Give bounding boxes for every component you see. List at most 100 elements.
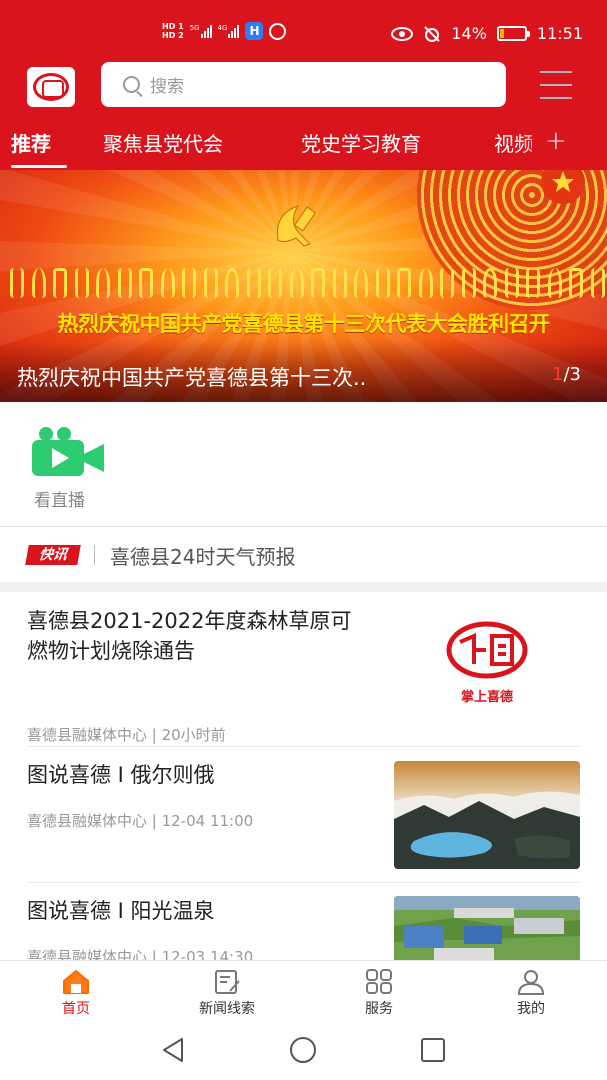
alarm-off-icon (424, 25, 441, 42)
status-bar: HD 1 HD 2 5G 4G H 14% 11:51 (0, 0, 607, 62)
flash-divider (94, 545, 95, 565)
news-divider (27, 882, 580, 883)
flash-headline[interactable]: 喜德县24时天气预报 (110, 541, 295, 570)
hd-indicator: HD 1 HD 2 (162, 22, 184, 40)
status-right-indicators: 14% 11:51 (391, 24, 583, 43)
script-glyph (203, 268, 218, 298)
home-icon (63, 970, 89, 994)
home-circle-icon[interactable] (288, 1036, 318, 1064)
script-glyph (483, 268, 497, 298)
signal-5g-icon: 5G (190, 24, 212, 38)
news-thumbnail-hot-spring[interactable] (394, 896, 580, 960)
script-glyph (225, 268, 239, 298)
eye-comfort-icon (391, 26, 414, 41)
flash-news-bar[interactable]: 快讯 喜德县24时天气预报 (0, 526, 607, 582)
news-item[interactable]: 图说喜德 I 俄尔则俄 喜德县融媒体中心 | 12-04 11:00 (27, 760, 580, 870)
script-glyph (160, 268, 175, 298)
script-glyph (53, 268, 67, 298)
script-glyph (96, 268, 110, 298)
bottom-navigation: 首页 新闻线索 服务 我的 (0, 960, 607, 1020)
script-glyph (182, 268, 196, 298)
tab-recommend[interactable]: 推荐 (11, 128, 51, 157)
script-glyph (289, 268, 304, 298)
script-glyph (332, 268, 347, 298)
script-glyph (268, 268, 282, 298)
script-glyph (461, 268, 476, 298)
news-meta: 喜德县融媒体中心 | 20小时前 (27, 726, 226, 744)
script-glyph (117, 268, 132, 298)
script-glyph (569, 268, 583, 298)
party-emblem-icon (276, 205, 317, 247)
tab-party-history[interactable]: 党史学习教育 (301, 128, 421, 157)
search-icon (123, 76, 140, 93)
search-bar[interactable]: 搜索 (101, 62, 506, 107)
services-grid-icon (366, 969, 392, 994)
nav-services[interactable]: 服务 (339, 969, 419, 1018)
active-tab-indicator (11, 165, 67, 168)
script-glyph (246, 268, 261, 298)
news-item[interactable]: 喜德县2021-2022年度森林草原可燃物计划烧除通告 喜德县融媒体中心 | 2… (27, 606, 580, 746)
script-glyph (375, 268, 390, 298)
notification-circle-icon (269, 22, 287, 40)
script-glyph (418, 268, 433, 298)
script-glyph (526, 268, 540, 298)
logo-mark-icon (33, 73, 69, 101)
script-glyph (31, 268, 46, 298)
news-title[interactable]: 喜德县2021-2022年度森林草原可燃物计划烧除通告 (27, 606, 357, 666)
logo-caption: 掌上喜德 (460, 690, 513, 705)
script-glyph (354, 268, 368, 298)
script-glyph (139, 268, 153, 298)
news-meta: 喜德县融媒体中心 | 12-03 14:30 (27, 948, 254, 960)
app-notification-icon: H (245, 22, 264, 40)
battery-icon (496, 26, 530, 41)
news-item[interactable]: 图说喜德 I 阳光温泉 喜德县融媒体中心 | 12-03 14:30 (27, 896, 580, 960)
recents-square-icon[interactable] (419, 1036, 447, 1064)
yi-script-decoration (0, 268, 607, 302)
banner-star-icon (541, 170, 585, 204)
banner-pager: 1/3 (552, 364, 581, 385)
status-left-indicators: HD 1 HD 2 5G 4G H (162, 22, 287, 40)
watch-live-button[interactable]: 看直播 (26, 418, 116, 518)
banner-caption: 热烈庆祝中国共产党喜德县第十三次.. (17, 366, 367, 390)
profile-icon (517, 970, 545, 995)
tab-county-congress[interactable]: 聚焦县党代会 (103, 128, 223, 157)
back-triangle-icon[interactable] (160, 1036, 188, 1064)
channel-tabs: 推荐 聚焦县党代会 党史学习教育 视频 + (0, 124, 607, 170)
news-title[interactable]: 图说喜德 I 阳光温泉 (27, 896, 367, 926)
banner-slogan: 热烈庆祝中国共产党喜德县第十三次代表大会胜利召开 (57, 312, 551, 336)
app-logo[interactable] (27, 67, 75, 107)
system-navigation-bar (0, 1020, 607, 1080)
script-glyph (74, 268, 89, 298)
script-glyph (440, 268, 454, 298)
hot-spring-resort-photo (394, 896, 580, 960)
script-glyph (547, 268, 562, 298)
news-list: 喜德县2021-2022年度森林草原可燃物计划烧除通告 喜德县融媒体中心 | 2… (0, 592, 607, 960)
script-glyph (590, 268, 605, 298)
news-title[interactable]: 图说喜德 I 俄尔则俄 (27, 760, 367, 790)
nav-profile[interactable]: 我的 (491, 969, 571, 1018)
script-glyph (504, 268, 519, 298)
live-section: 看直播 (0, 402, 607, 526)
scan-menu-icon[interactable] (540, 71, 572, 99)
banner-carousel[interactable]: 热烈庆祝中国共产党喜德县第十三次代表大会胜利召开 热烈庆祝中国共产党喜德县第十三… (0, 170, 607, 402)
flash-tag: 快讯 (25, 545, 81, 565)
app-header: 搜索 推荐 聚焦县党代会 党史学习教育 视频 + (0, 62, 607, 170)
video-camera-icon (32, 427, 104, 476)
nav-news-clues[interactable]: 新闻线索 (187, 969, 267, 1018)
search-placeholder: 搜索 (150, 77, 184, 97)
news-meta: 喜德县融媒体中心 | 12-04 11:00 (27, 812, 254, 830)
clock: 11:51 (536, 24, 583, 43)
section-separator (0, 582, 607, 592)
add-channel-icon[interactable]: + (545, 126, 567, 156)
mountain-lake-photo (394, 761, 580, 869)
news-thumbnail-mountain-lake[interactable] (394, 761, 580, 869)
news-clue-icon (215, 970, 240, 994)
news-divider (27, 746, 580, 747)
battery-percent: 14% (451, 24, 487, 43)
signal-4g-icon: 4G (218, 24, 240, 38)
live-label: 看直播 (34, 491, 85, 511)
nav-home[interactable]: 首页 (36, 969, 116, 1018)
news-thumbnail-logo[interactable]: 掌上喜德 (394, 606, 580, 716)
script-glyph (10, 268, 24, 298)
script-glyph (311, 268, 325, 298)
